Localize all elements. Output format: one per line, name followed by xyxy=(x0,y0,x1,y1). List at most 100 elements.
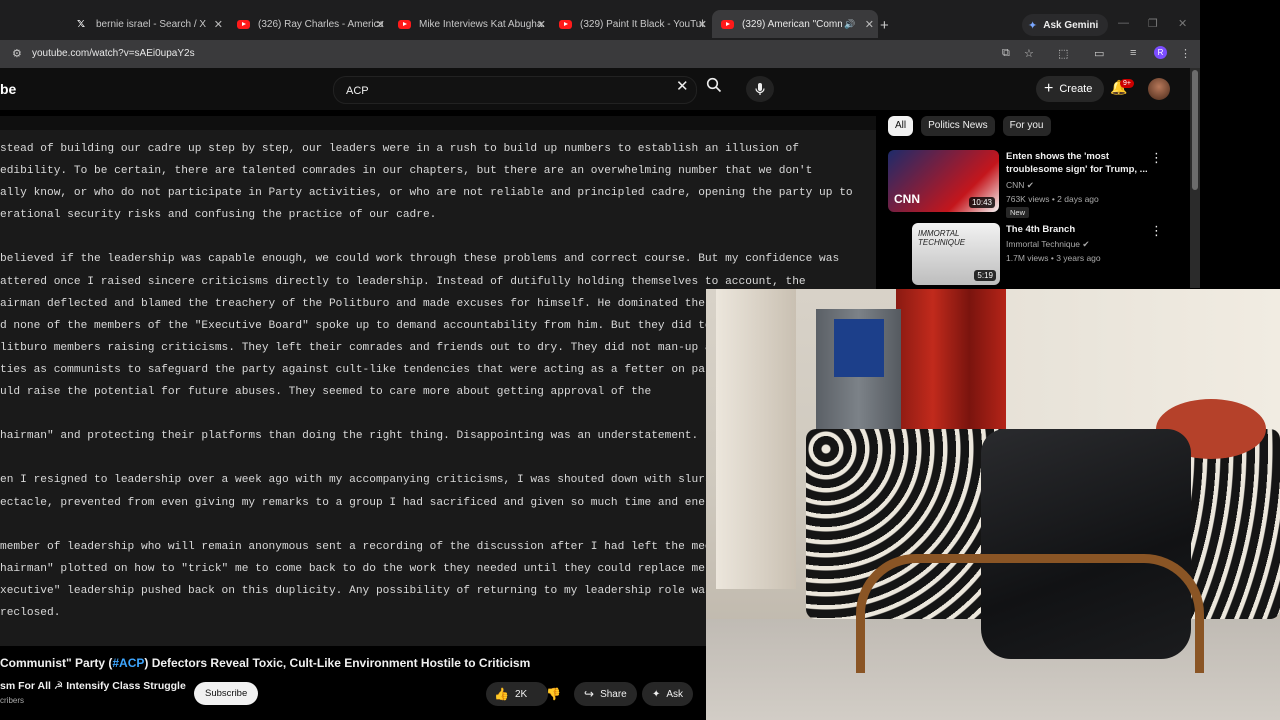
search-input[interactable] xyxy=(344,81,648,101)
page-scrollbar[interactable] xyxy=(1190,68,1200,288)
like-button[interactable]: 👍 2K xyxy=(486,687,527,701)
account-avatar[interactable] xyxy=(1148,78,1170,100)
webcam-overlay xyxy=(706,289,1280,720)
more-actions-icon[interactable]: ⋮ xyxy=(1150,150,1163,166)
filter-chips: All Politics News For you xyxy=(888,116,1051,136)
bookmark-star-icon[interactable]: ☆ xyxy=(1024,47,1034,60)
subscribe-button[interactable]: Subscribe xyxy=(194,682,259,705)
search-box xyxy=(333,76,697,104)
notification-badge: 9+ xyxy=(1120,79,1134,88)
document-line: edibility. To be certain, there are tale… xyxy=(0,165,813,178)
close-tab-icon[interactable]: ✕ xyxy=(537,18,546,31)
verified-check-icon: ✔ xyxy=(1026,180,1034,190)
search-button[interactable] xyxy=(700,77,728,101)
video-title: Communist" Party (#ACP) Defectors Reveal… xyxy=(0,656,530,670)
video-thumbnail[interactable]: IMMORTAL TECHNIQUE 5:19 xyxy=(912,223,1000,285)
close-tab-icon[interactable]: ✕ xyxy=(376,18,385,31)
microphone-icon xyxy=(755,83,765,95)
close-tab-icon[interactable]: ✕ xyxy=(214,18,223,31)
recommendation-title[interactable]: Enten shows the 'most troublesome sign' … xyxy=(1006,150,1156,176)
recommendation-channel[interactable]: Immortal Technique ✔ xyxy=(1006,239,1090,250)
video-title-start: Communist" Party ( xyxy=(0,656,113,670)
video-duration: 10:43 xyxy=(968,197,995,208)
chip-all[interactable]: All xyxy=(888,116,914,136)
new-badge: New xyxy=(1006,207,1030,218)
hashtag-link[interactable]: #ACP xyxy=(112,656,144,670)
site-settings-icon[interactable]: ⚙ xyxy=(12,47,22,60)
plus-icon: + xyxy=(1044,80,1054,97)
chip-politics-news[interactable]: Politics News xyxy=(921,116,995,136)
recommendation-title[interactable]: The 4th Branch xyxy=(1006,223,1156,236)
share-label: Share xyxy=(600,688,627,700)
thumbnail-caption: IMMORTAL TECHNIQUE xyxy=(918,229,966,247)
sparkle-icon: ✦ xyxy=(652,688,661,700)
tab-mike-interviews[interactable]: Mike Interviews Kat Abughazal ✕ xyxy=(397,10,546,38)
subscriber-count: cribers xyxy=(0,696,25,705)
document-line: stead of building our cadre up step by s… xyxy=(0,143,799,155)
address-bar: ⚙ youtube.com/watch?v=sAEi0upaY2s ⧉ ☆ ⬚ … xyxy=(0,40,1200,68)
tab-paint-it-black[interactable]: (329) Paint It Black - YouTube ✕ xyxy=(558,10,707,38)
video-top-bar xyxy=(0,116,876,130)
close-tab-icon[interactable]: ✕ xyxy=(865,18,874,31)
document-line: ally know, or who do not participate in … xyxy=(0,187,853,200)
tab-title: (326) Ray Charles - America Th xyxy=(258,18,383,30)
ask-button[interactable]: ✦ Ask xyxy=(642,682,694,706)
screen-edge xyxy=(1200,0,1280,289)
create-label: Create xyxy=(1059,83,1093,95)
restore-icon[interactable]: ❐ xyxy=(1148,17,1158,30)
more-actions-icon[interactable]: ⋮ xyxy=(1150,223,1163,239)
document-line: believed if the leadership was capable e… xyxy=(0,253,840,266)
recommendation-item[interactable]: CNN 10:43 Enten shows the 'most troubles… xyxy=(888,150,1188,218)
thumbs-down-icon: 👎 xyxy=(546,687,561,701)
youtube-header: be xyxy=(0,68,1200,110)
chip-for-you[interactable]: For you xyxy=(1002,116,1051,136)
clear-search-icon[interactable]: ✕ xyxy=(676,77,689,95)
recommendation-channel[interactable]: CNN ✔ xyxy=(1006,180,1034,191)
minimize-icon[interactable]: — xyxy=(1118,17,1129,29)
profile-avatar[interactable]: R xyxy=(1154,46,1167,59)
tab-ray-charles[interactable]: (326) Ray Charles - America Th ✕ xyxy=(236,10,385,38)
search-icon xyxy=(706,77,722,93)
speaker-icon[interactable]: 🔊 xyxy=(844,19,855,30)
create-button[interactable]: + Create xyxy=(1036,76,1105,102)
share-icon: ↪ xyxy=(584,687,595,701)
browser-menu-icon[interactable]: ⋮ xyxy=(1180,47,1191,60)
close-tab-icon[interactable]: ✕ xyxy=(698,18,707,31)
tab-title: Mike Interviews Kat Abughazal xyxy=(419,18,544,30)
ask-gemini-button[interactable]: ✦ Ask Gemini xyxy=(1022,14,1109,36)
video-thumbnail[interactable]: CNN 10:43 xyxy=(888,150,999,212)
share-button[interactable]: ↪ Share xyxy=(574,682,637,706)
doorway xyxy=(716,289,796,589)
video-title-end: ) Defectors Reveal Toxic, Cult-Like Envi… xyxy=(144,656,531,670)
close-window-icon[interactable]: ✕ xyxy=(1178,17,1187,30)
dislike-button[interactable]: 👎 xyxy=(536,682,572,706)
chair-armrest xyxy=(856,554,1204,673)
verified-check-icon: ✔ xyxy=(1082,239,1090,249)
install-app-icon[interactable]: ⧉ xyxy=(1002,47,1010,60)
like-count: 2K xyxy=(514,688,528,700)
extensions-icon[interactable]: ⬚ xyxy=(1058,47,1068,60)
channel-name[interactable]: sm For All ☭ Intensify Class Struggle xyxy=(0,680,186,692)
video-duration: 5:19 xyxy=(974,270,996,281)
youtube-logo[interactable]: be xyxy=(0,81,16,97)
red-curtain xyxy=(896,289,1006,449)
youtube-icon xyxy=(720,17,734,31)
side-panel-icon[interactable]: ▭ xyxy=(1094,47,1104,60)
tab-american-communist[interactable]: (329) American "Communi 🔊 ✕ xyxy=(712,10,878,38)
scrollbar-thumb[interactable] xyxy=(1192,70,1198,190)
media-controls-icon[interactable]: ≡ xyxy=(1130,47,1136,59)
document-line: erational security risks and confusing t… xyxy=(0,209,437,222)
recommendation-meta: 763K views • 2 days ago xyxy=(1006,194,1099,204)
thumbnail-caption: CNN xyxy=(894,192,920,206)
beverage-box xyxy=(834,319,884,377)
recommendation-meta: 1.7M views • 3 years ago xyxy=(1006,253,1101,263)
channel-label: CNN xyxy=(1006,180,1025,190)
url-field[interactable]: youtube.com/watch?v=sAEi0upaY2s xyxy=(32,48,195,59)
voice-search-button[interactable] xyxy=(746,76,774,102)
recommendation-item[interactable]: IMMORTAL TECHNIQUE 5:19 The 4th Branch I… xyxy=(888,223,1188,287)
tab-title: (329) American "Communi xyxy=(742,18,842,30)
new-tab-button[interactable]: + xyxy=(880,17,889,34)
channel-label: Immortal Technique xyxy=(1006,239,1081,249)
tab-x-search[interactable]: 𝕏 bernie israel - Search / X ✕ xyxy=(74,10,223,38)
